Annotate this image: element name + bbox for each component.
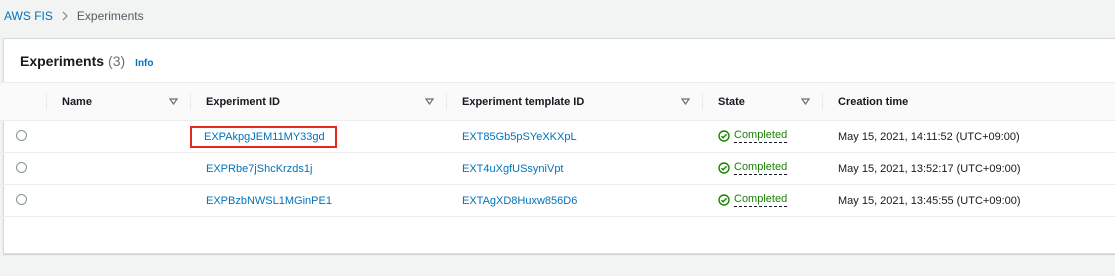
row-select-radio[interactable] xyxy=(16,193,27,205)
column-label: State xyxy=(718,95,745,108)
check-circle-icon xyxy=(718,129,730,142)
state-label: Completed xyxy=(734,192,788,207)
state-label: Completed xyxy=(734,128,788,143)
breadcrumb-current: Experiments xyxy=(76,9,144,23)
template-id-link[interactable]: EXT85Gb5pSYeXKXpL xyxy=(462,131,577,143)
table-row[interactable]: EXPRbe7jShcKrzds1j EXT4uXgfUSsyniVpt Com… xyxy=(0,152,1115,185)
panel-title: Experiments xyxy=(20,53,105,69)
experiment-id-link[interactable]: EXPRbe7jShcKrzds1j xyxy=(206,163,312,175)
experiments-table: Name Experiment ID Experiment template I… xyxy=(0,82,1115,217)
sort-icon[interactable] xyxy=(169,98,178,105)
sort-icon[interactable] xyxy=(801,98,810,105)
experiment-id-link[interactable]: EXPAkpgJEM11MY33gd xyxy=(190,125,337,148)
status-badge: Completed xyxy=(718,128,788,143)
row-select-radio[interactable] xyxy=(16,161,27,173)
template-id-link[interactable]: EXTAgXD8Huxw856D6 xyxy=(462,195,577,207)
panel-header: Experiments (3) Info xyxy=(20,53,154,69)
row-select-radio[interactable] xyxy=(16,129,27,141)
experiment-name xyxy=(46,152,190,185)
check-circle-icon xyxy=(718,161,730,174)
column-label: Experiment template ID xyxy=(462,95,585,108)
breadcrumb-aws-fis-link[interactable]: AWS FIS xyxy=(4,9,53,23)
column-header-experiment-id[interactable]: Experiment ID xyxy=(190,82,446,121)
experiment-name xyxy=(46,184,190,217)
table-header-row: Name Experiment ID Experiment template I… xyxy=(0,82,1115,121)
table-row[interactable]: EXPAkpgJEM11MY33gd EXT85Gb5pSYeXKXpL Com… xyxy=(0,120,1115,153)
column-header-name[interactable]: Name xyxy=(46,82,190,121)
sort-icon[interactable] xyxy=(681,98,690,105)
column-label: Creation time xyxy=(838,95,909,108)
column-header-template-id[interactable]: Experiment template ID xyxy=(446,82,702,121)
creation-time: May 15, 2021, 13:52:17 (UTC+09:00) xyxy=(822,152,1115,185)
creation-time: May 15, 2021, 14:11:52 (UTC+09:00) xyxy=(822,120,1115,153)
info-link[interactable]: Info xyxy=(135,58,153,69)
experiment-count: (3) xyxy=(108,53,126,69)
sort-icon[interactable] xyxy=(425,98,434,105)
column-header-state[interactable]: State xyxy=(702,82,822,121)
status-badge: Completed xyxy=(718,192,788,207)
status-badge: Completed xyxy=(718,160,788,175)
state-label: Completed xyxy=(734,160,788,175)
column-header-creation-time[interactable]: Creation time xyxy=(822,82,1115,121)
column-label: Experiment ID xyxy=(206,95,280,108)
breadcrumb: AWS FIS Experiments xyxy=(4,8,144,24)
select-column-header xyxy=(0,82,46,121)
table-row[interactable]: EXPBzbNWSL1MGinPE1 EXTAgXD8Huxw856D6 Com… xyxy=(0,184,1115,217)
template-id-link[interactable]: EXT4uXgfUSsyniVpt xyxy=(462,163,564,175)
column-label: Name xyxy=(62,95,92,108)
experiment-name xyxy=(46,120,190,153)
check-circle-icon xyxy=(718,193,730,206)
experiment-id-link[interactable]: EXPBzbNWSL1MGinPE1 xyxy=(206,195,332,207)
chevron-right-icon xyxy=(61,11,69,21)
creation-time: May 15, 2021, 13:45:55 (UTC+09:00) xyxy=(822,184,1115,217)
